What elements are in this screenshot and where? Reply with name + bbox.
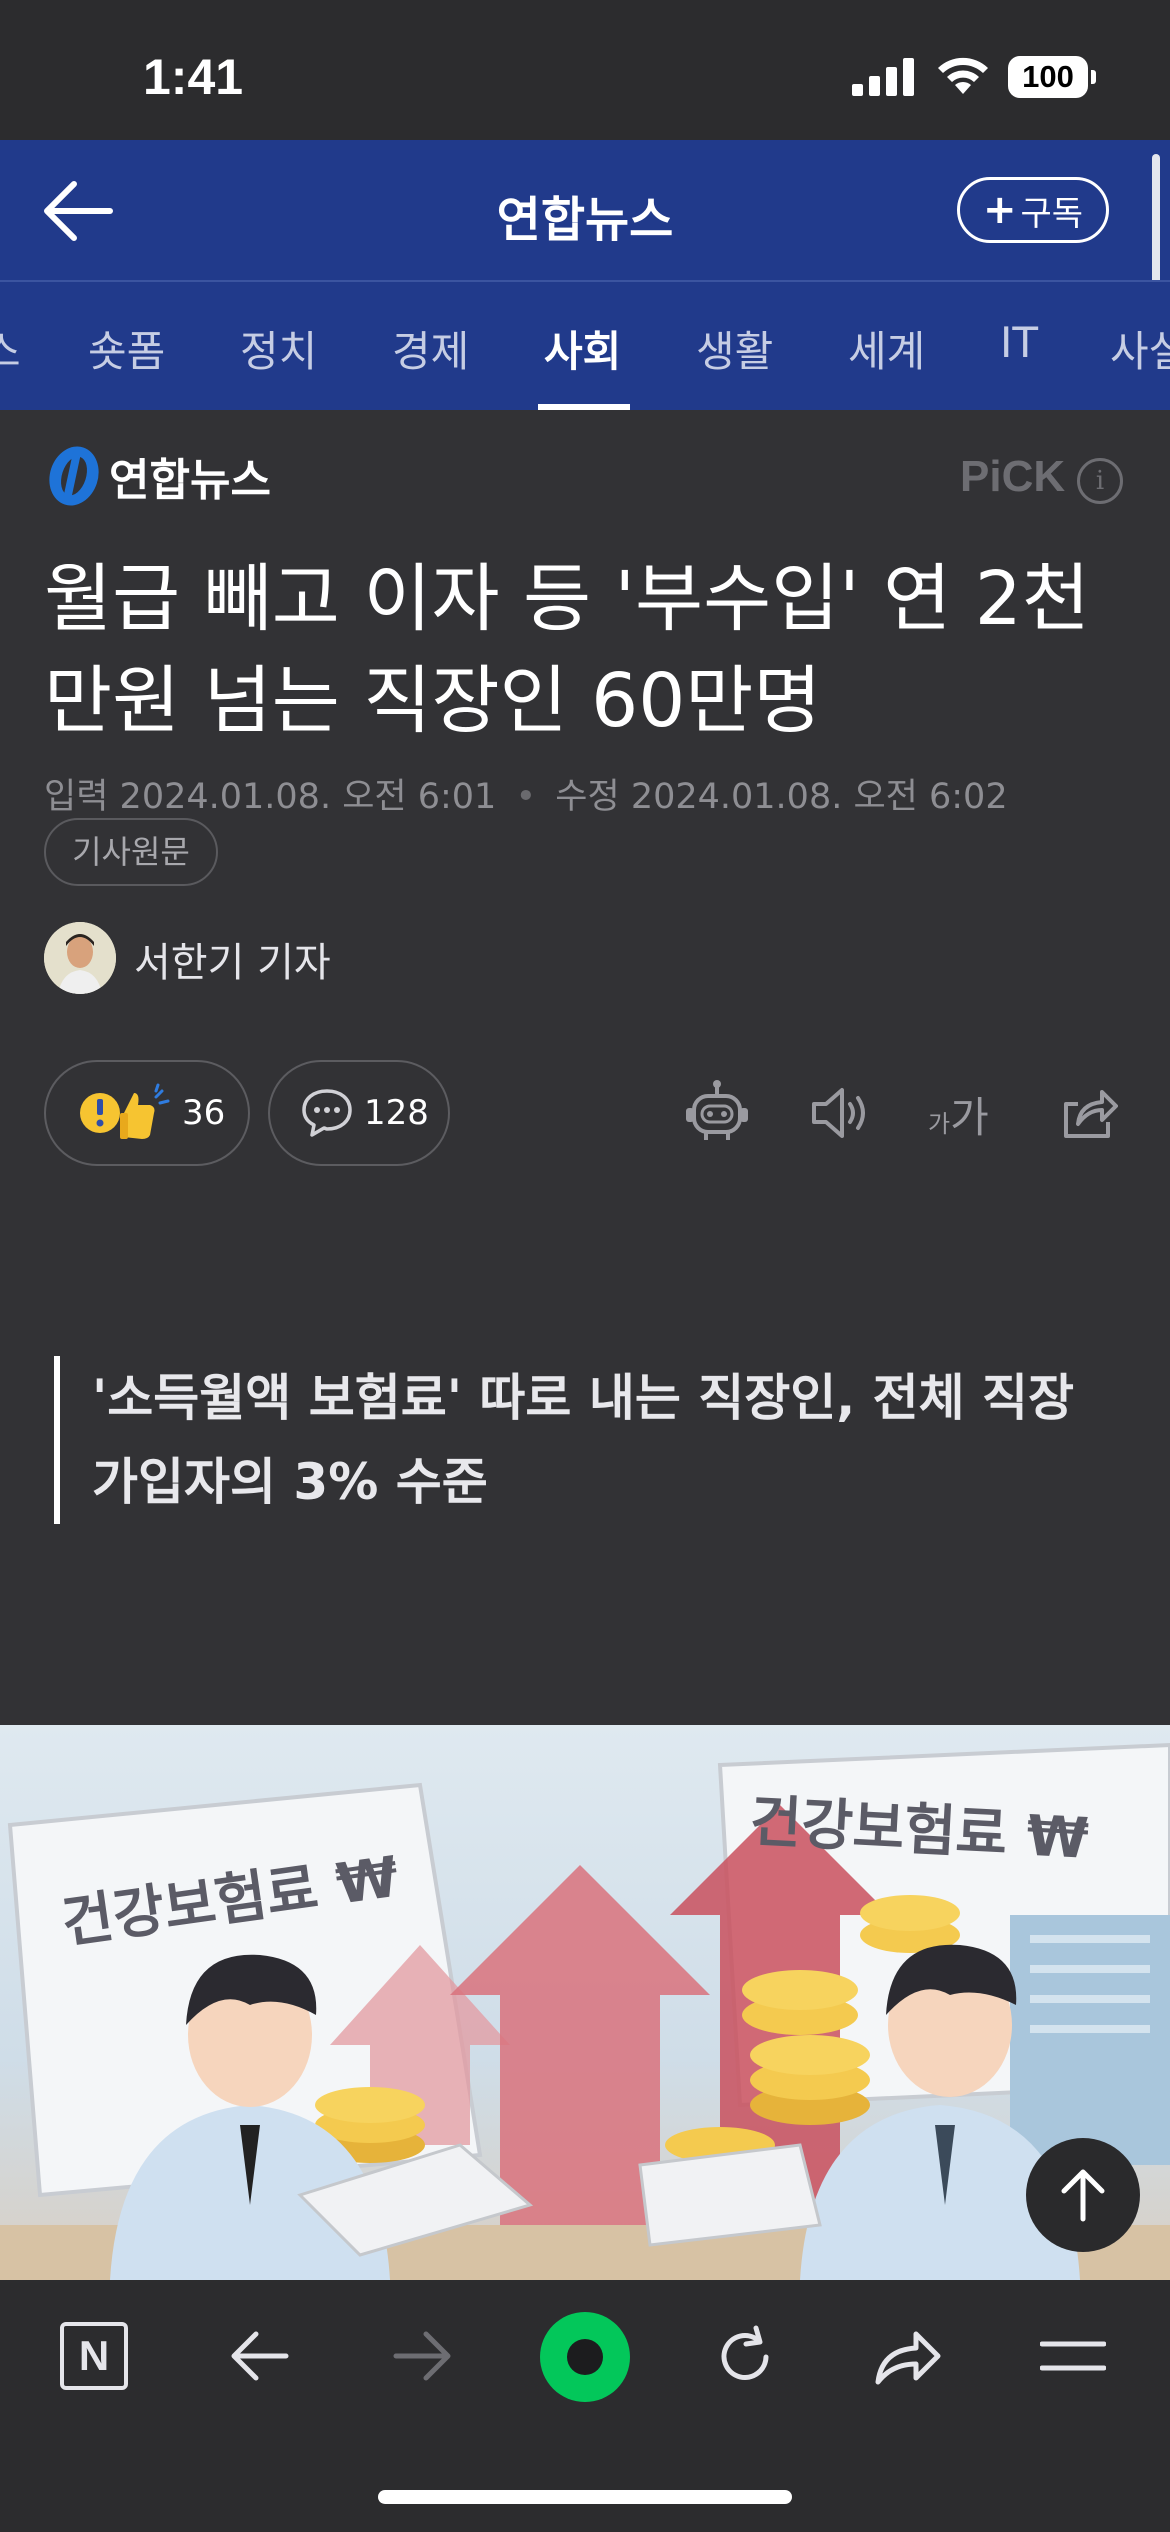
tab-economy[interactable]: 경제 — [392, 318, 469, 379]
share-forward-icon[interactable] — [872, 2324, 944, 2390]
naver-green-dot-icon[interactable] — [540, 2312, 630, 2402]
font-size-large-glyph: 가 — [950, 1093, 989, 1142]
comment-button[interactable]: 128 — [268, 1060, 450, 1166]
category-tabs: 스 숏폼 정치 경제 사회 생활 세계 IT 사설 — [0, 282, 1170, 410]
cellular-signal-icon — [852, 58, 914, 96]
reaction-count: 36 — [182, 1093, 226, 1133]
reporter-avatar[interactable] — [44, 922, 116, 994]
original-article-button[interactable]: 기사원문 — [44, 818, 218, 886]
summary-quote: '소득월액 보험료' 따로 내는 직장인, 전체 직장 가입자의 3% 수준 — [92, 1369, 1075, 1511]
publisher-name: 연합뉴스 — [109, 455, 271, 506]
yonhap-logo-icon — [49, 446, 99, 506]
back-icon[interactable] — [228, 2326, 292, 2386]
naver-home-label: N — [78, 2332, 110, 2379]
subscribe-label: 구독 — [1020, 193, 1084, 234]
reaction-emoji-icon — [80, 1083, 170, 1139]
date-separator: • — [515, 777, 537, 817]
tab-world[interactable]: 세계 — [848, 318, 925, 379]
article-headline: 월급 빼고 이자 등 '부수입' 연 2천만원 넘는 직장인 60만명 — [44, 556, 1090, 744]
text-to-speech-speaker-icon[interactable] — [808, 1078, 872, 1148]
comment-icon — [302, 1089, 352, 1137]
pick-label: PiCK — [960, 452, 1066, 501]
ai-summary-robot-icon[interactable] — [682, 1078, 752, 1148]
refresh-icon[interactable] — [712, 2324, 778, 2390]
info-icon[interactable]: i — [1077, 458, 1123, 504]
arrow-up-icon — [1061, 2169, 1105, 2222]
tab-it[interactable]: IT — [1000, 318, 1038, 367]
status-time: 1:41 — [143, 49, 244, 105]
menu-icon[interactable] — [1040, 2332, 1106, 2380]
tab-living[interactable]: 생활 — [696, 318, 773, 379]
subscribe-button[interactable]: + 구독 — [957, 177, 1109, 243]
comment-count: 128 — [364, 1093, 429, 1133]
share-icon[interactable] — [1058, 1078, 1118, 1148]
home-indicator — [378, 2490, 792, 2504]
status-bar: 1:41 100 — [0, 0, 1170, 140]
reporter-name[interactable]: 서한기 기자 — [134, 930, 331, 988]
green-dot-center — [567, 2339, 603, 2375]
font-size-icon[interactable]: 가가 — [928, 1084, 989, 1145]
date-input: 2024.01.08. 오전 6:01 — [119, 777, 497, 817]
tab-editorial[interactable]: 사설 — [1110, 318, 1170, 379]
scroll-indicator — [1152, 154, 1160, 294]
tab-shortform[interactable]: 숏폼 — [88, 318, 165, 379]
quote-bar — [54, 1356, 60, 1524]
reaction-button[interactable]: 36 — [44, 1060, 250, 1166]
date-modified: 2024.01.08. 오전 6:02 — [630, 777, 1008, 817]
tab-partial[interactable]: 스 — [0, 318, 21, 379]
scroll-to-top-button[interactable] — [1026, 2138, 1140, 2252]
date-input-label: 입력 — [44, 777, 109, 817]
forward-icon[interactable] — [390, 2326, 454, 2386]
wifi-icon — [938, 57, 988, 94]
active-tab-underline — [538, 404, 630, 410]
battery-icon: 100 — [1008, 56, 1096, 98]
date-modified-label: 수정 — [555, 777, 620, 817]
naver-home-icon[interactable]: N — [60, 2322, 128, 2390]
article-illustration[interactable]: 건강보험료 ₩ 건강보험료 ₩ — [0, 1725, 1170, 2280]
article-dates: 입력 2024.01.08. 오전 6:01 • 수정 2024.01.08. … — [44, 768, 1008, 819]
plus-icon: + — [982, 187, 1017, 233]
tab-society[interactable]: 사회 — [544, 318, 621, 379]
app-header: 연합뉴스 + 구독 — [0, 140, 1170, 294]
tab-politics[interactable]: 정치 — [240, 318, 317, 379]
font-size-small-glyph: 가 — [928, 1110, 951, 1138]
